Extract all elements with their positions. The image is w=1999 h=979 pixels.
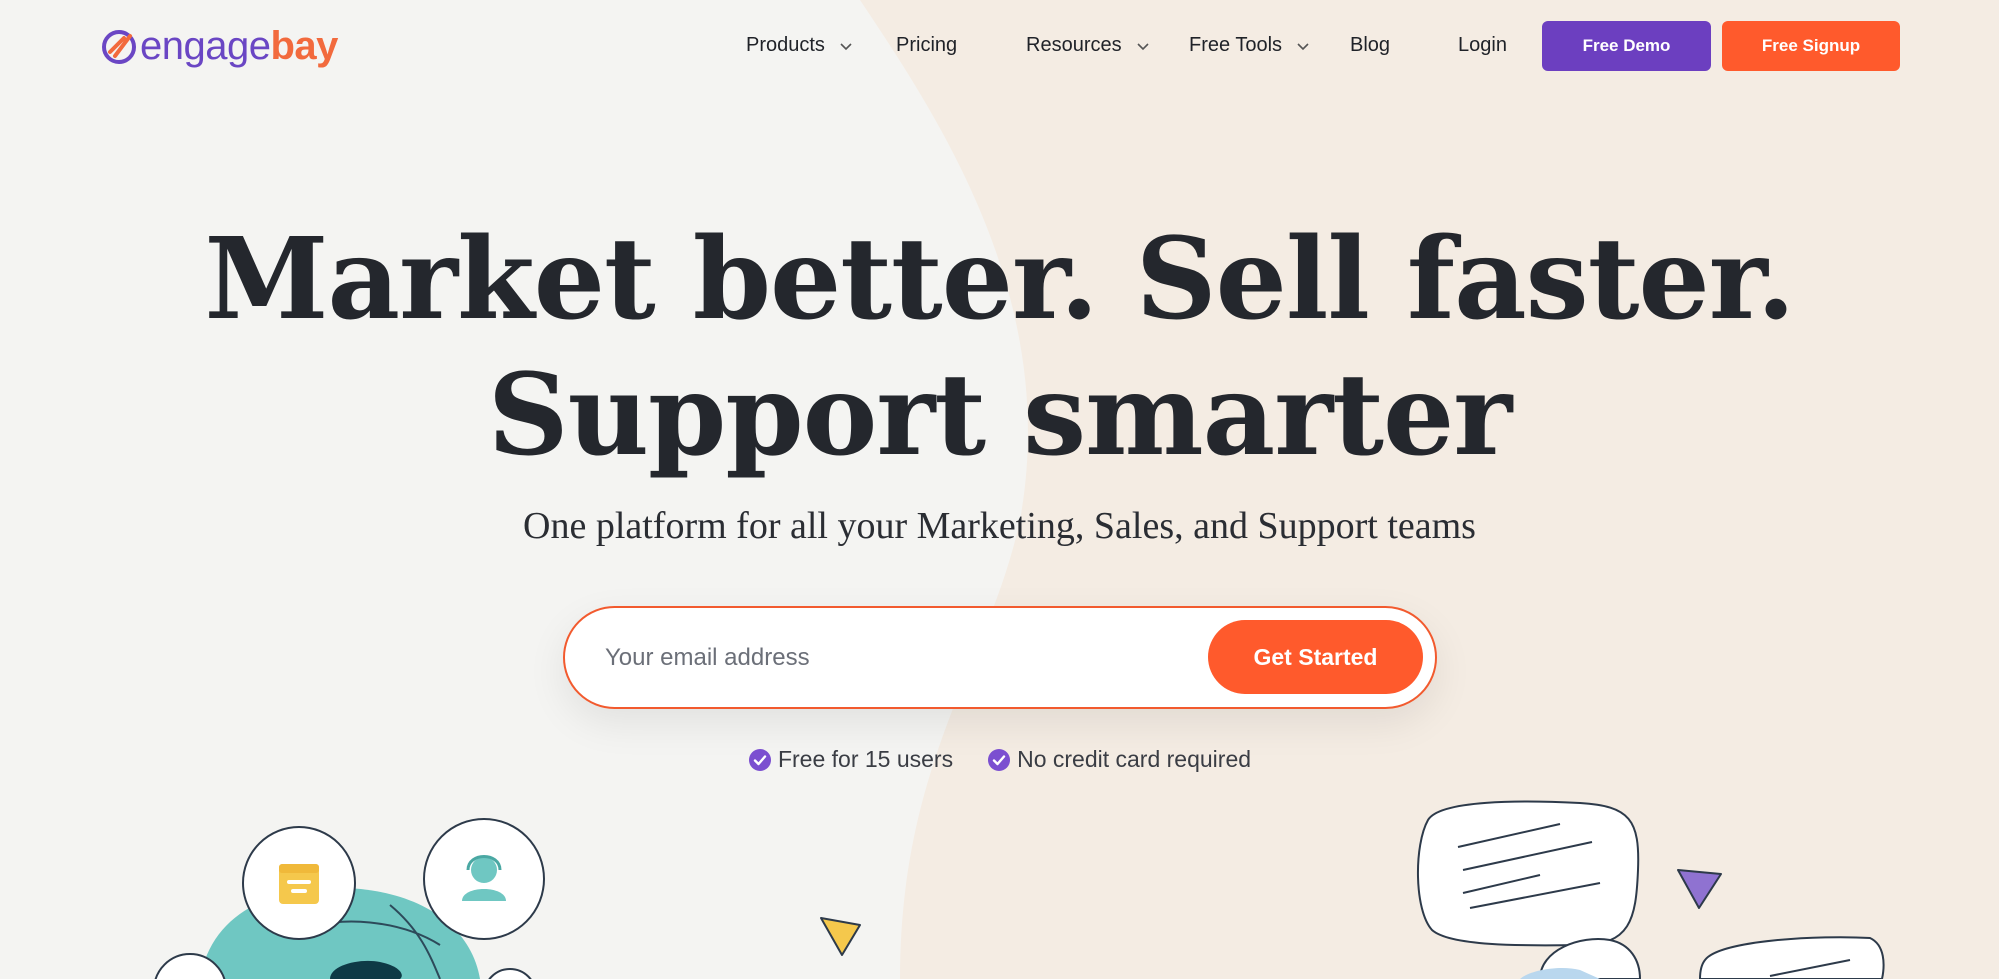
triangle-decoration-icon [820, 917, 861, 956]
free-demo-button[interactable]: Free Demo [1542, 21, 1711, 71]
decor-circle [488, 968, 532, 979]
logo-text-engage: engage [140, 24, 271, 68]
perks-list: Free for 15 users No credit card require… [0, 746, 1999, 773]
nav-pricing[interactable]: Pricing [896, 34, 957, 57]
hero-illustrations [154, 800, 1885, 979]
logo-text-bay: bay [270, 24, 338, 68]
perk-label: No credit card required [1017, 746, 1252, 772]
get-started-button[interactable]: Get Started [1208, 620, 1423, 694]
nav-free-tools[interactable]: Free Tools [1189, 34, 1310, 57]
hero-title-line-2: Support smarter [487, 350, 1513, 481]
support-agent-icon [423, 818, 545, 940]
chat-bubble-icon [1416, 800, 1640, 947]
perk-item: No credit card required [987, 746, 1251, 773]
document-icon [242, 826, 356, 940]
nav-resources[interactable]: Resources [1026, 34, 1150, 57]
hero-subtitle: One platform for all your Marketing, Sal… [523, 505, 1476, 547]
chevron-down-icon [840, 42, 852, 50]
perk-label: Free for 15 users [777, 746, 954, 772]
nav-free-tools-label: Free Tools [1189, 34, 1283, 56]
nav-products-label: Products [746, 34, 825, 56]
brand-logo[interactable]: engage bay [100, 24, 338, 68]
nav-pricing-label: Pricing [896, 34, 958, 56]
engagebay-logo-icon [102, 30, 136, 64]
nav-products[interactable]: Products [746, 34, 853, 57]
chevron-down-icon [1137, 42, 1149, 50]
hero-title: Market better. Sell faster. Support smar… [0, 212, 1999, 484]
nav-blog-label: Blog [1350, 34, 1391, 56]
hero-title-line-1: Market better. Sell faster. [204, 214, 1796, 345]
check-circle-icon [988, 748, 1011, 771]
chat-bubble-icon [1698, 936, 1885, 979]
nav-login[interactable]: Login [1458, 34, 1507, 57]
check-circle-icon [748, 748, 771, 771]
top-navigation: engage bay Products Pricing Resources Fre… [0, 0, 1999, 92]
free-signup-button[interactable]: Free Signup [1722, 21, 1900, 71]
nav-resources-label: Resources [1026, 34, 1122, 56]
email-input[interactable] [605, 636, 1165, 680]
triangle-decoration-icon [1677, 869, 1722, 909]
nav-login-label: Login [1458, 34, 1507, 56]
perk-item: Free for 15 users [748, 746, 953, 773]
email-signup-form: Get Started [563, 606, 1437, 709]
nav-blog[interactable]: Blog [1350, 34, 1390, 57]
chevron-down-icon [1297, 42, 1309, 50]
